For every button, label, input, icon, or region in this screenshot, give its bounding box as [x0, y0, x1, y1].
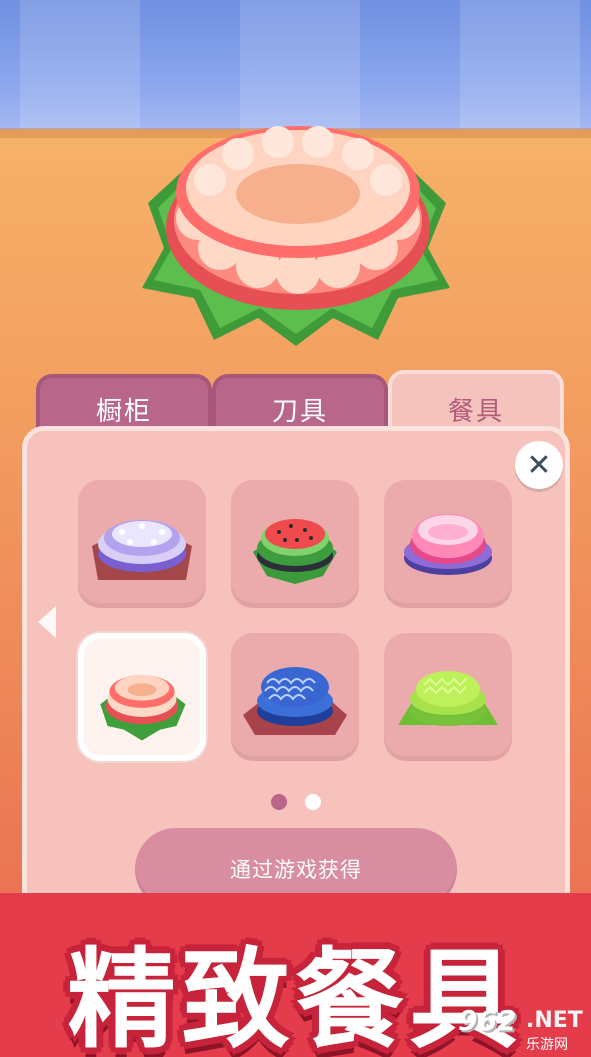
page-dot-2[interactable] — [305, 794, 321, 810]
watermark-net: .NET — [526, 1008, 583, 1033]
game-scene: 橱柜 刀具 餐具 ✕ 通过游戏获得 精致餐具 962 .NET 乐游网 — [0, 0, 591, 1057]
watermark-site: 乐游网 — [526, 1037, 568, 1053]
site-watermark: 962 .NET 乐游网 — [452, 1004, 586, 1053]
item-pink-purple-bowl[interactable] — [384, 480, 512, 608]
item-flower-bowl[interactable] — [78, 633, 206, 761]
watermark-number: 962 — [458, 1004, 517, 1037]
item-lavender-plate[interactable] — [78, 480, 206, 608]
pink-purple-bowl-icon — [404, 514, 492, 575]
close-button[interactable]: ✕ — [515, 441, 563, 489]
lavender-plate-icon — [92, 520, 192, 580]
close-icon: ✕ — [526, 447, 552, 483]
preview-flower-bowl — [142, 126, 450, 346]
tab-tableware-label: 餐具 — [447, 396, 504, 427]
chevron-left-icon[interactable] — [38, 606, 56, 638]
item-wave-bowl[interactable] — [231, 633, 359, 761]
page-dot-1[interactable] — [271, 794, 287, 810]
item-lime-plate[interactable] — [384, 633, 512, 761]
flower-bowl-icon — [100, 675, 186, 741]
tab-cabinet-label: 橱柜 — [95, 396, 152, 427]
obtain-via-gameplay-label: 通过游戏获得 — [230, 858, 362, 882]
tab-knives-label: 刀具 — [271, 396, 328, 427]
wave-bowl-icon — [243, 667, 347, 735]
item-watermelon-plate[interactable] — [231, 480, 359, 608]
watermelon-plate-icon — [253, 519, 337, 584]
lime-plate-icon — [398, 671, 498, 726]
